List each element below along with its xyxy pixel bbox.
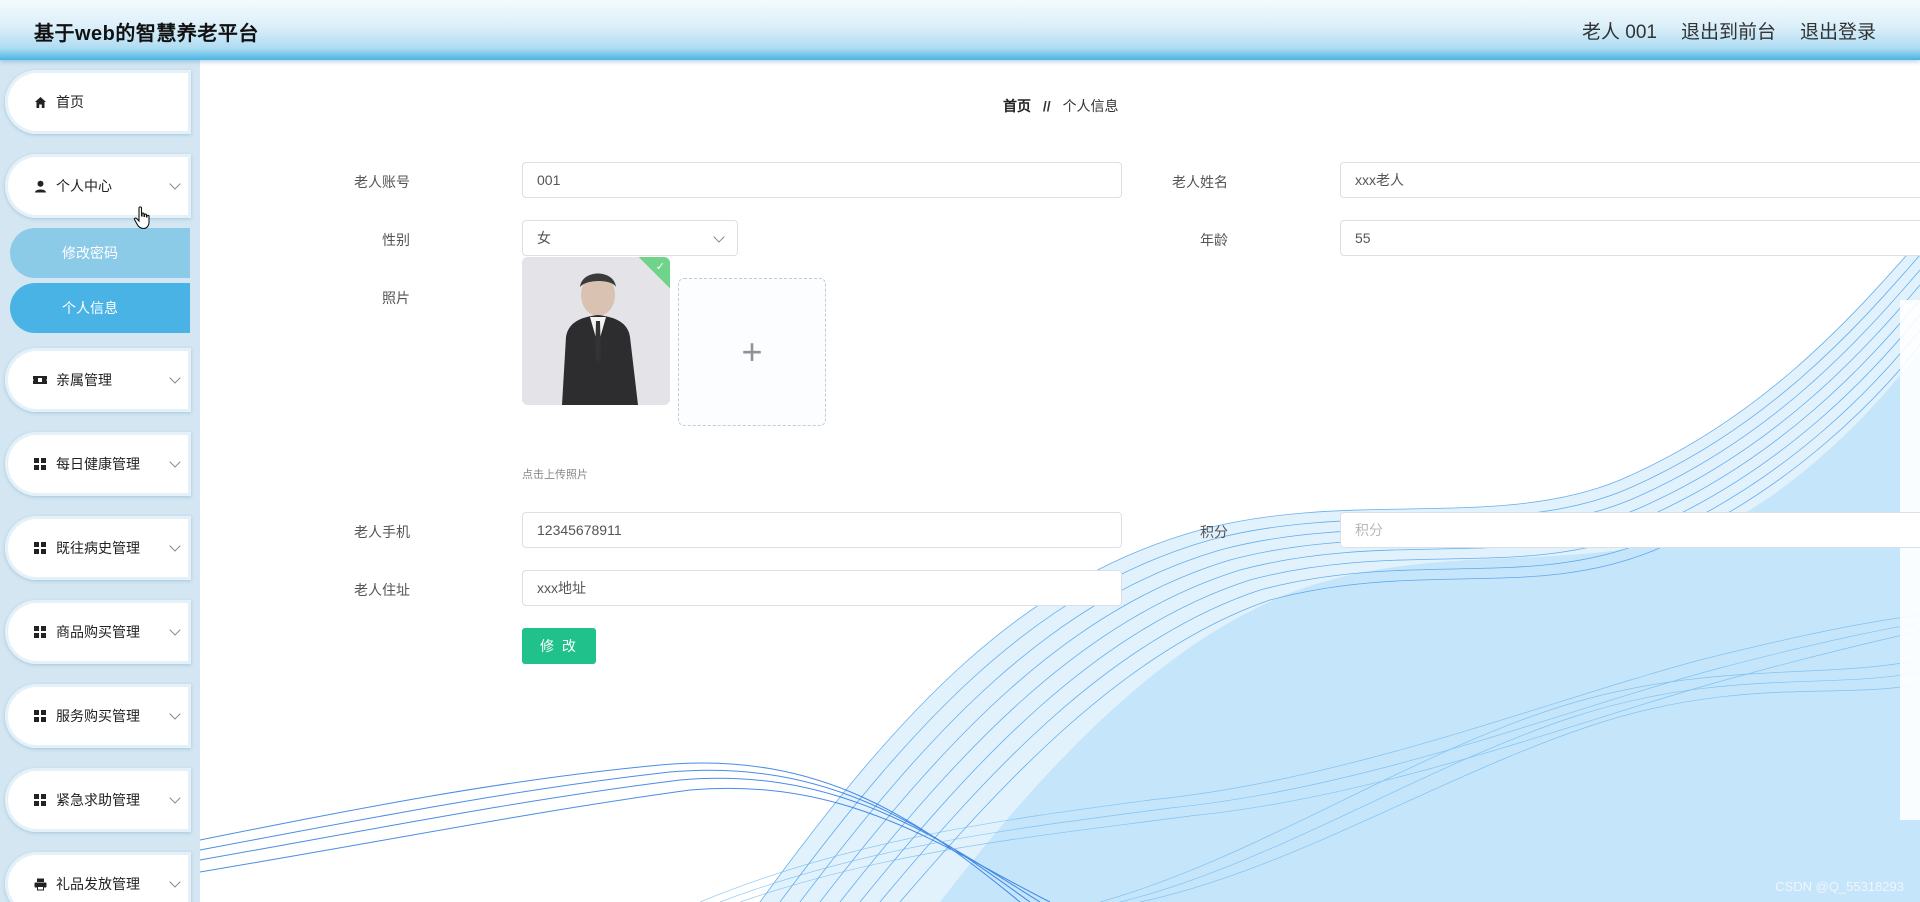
- chevron-down-icon: [169, 456, 181, 468]
- grid-icon: [33, 793, 47, 807]
- gender-select[interactable]: 女: [522, 220, 738, 256]
- address-field[interactable]: xxx地址: [522, 570, 1122, 606]
- sidebar-item-emergency-help[interactable]: 紧急求助管理: [5, 768, 191, 832]
- points-label: 积分: [1200, 524, 1228, 540]
- person-photo-image: [522, 257, 670, 405]
- sidebar-subitem-personal-info[interactable]: 个人信息: [10, 283, 190, 333]
- grid-icon: [33, 457, 47, 471]
- sidebar-item-label: 礼品发放管理: [56, 876, 140, 892]
- sidebar-item-daily-health[interactable]: 每日健康管理: [5, 432, 191, 496]
- sidebar-item-label: 亲属管理: [56, 372, 112, 388]
- points-field[interactable]: 积分: [1340, 512, 1920, 548]
- sidebar-item-relatives[interactable]: 亲属管理: [5, 348, 191, 412]
- uploaded-photo[interactable]: ✓: [522, 257, 670, 405]
- chevron-down-icon: [169, 624, 181, 636]
- address-label: 老人住址: [354, 582, 410, 598]
- grid-icon: [33, 709, 47, 723]
- age-field[interactable]: 55: [1340, 220, 1920, 256]
- current-user-label: 老人 001: [1581, 22, 1657, 43]
- top-header: 基于web的智慧养老平台 老人 001 退出到前台 退出登录: [0, 0, 1920, 60]
- sidebar-item-label: 个人中心: [56, 178, 112, 194]
- chevron-down-icon: [169, 876, 181, 888]
- chevron-down-icon: [169, 540, 181, 552]
- chevron-down-icon: [169, 178, 181, 190]
- gender-select-value: 女: [537, 230, 551, 246]
- header-links: 老人 001 退出到前台 退出登录: [1582, 17, 1876, 44]
- sidebar-item-label: 首页: [56, 94, 84, 110]
- photo-label: 照片: [382, 290, 410, 306]
- plus-icon: +: [741, 331, 763, 372]
- gender-label: 性别: [382, 232, 410, 248]
- home-icon: [33, 95, 47, 109]
- sidebar-item-medical-history[interactable]: 既往病史管理: [5, 516, 191, 580]
- age-label: 年龄: [1200, 232, 1228, 248]
- submit-button[interactable]: 修 改: [522, 628, 596, 664]
- user-icon: [33, 179, 47, 193]
- sidebar-item-label: 既往病史管理: [56, 540, 140, 556]
- chevron-down-icon: [169, 372, 181, 384]
- grid-icon: [33, 541, 47, 555]
- sidebar-item-home[interactable]: 首页: [5, 70, 191, 134]
- account-label: 老人账号: [354, 174, 410, 190]
- sidebar-item-label: 紧急求助管理: [56, 792, 140, 808]
- chevron-down-icon: [713, 231, 725, 243]
- phone-label: 老人手机: [354, 524, 410, 540]
- account-field[interactable]: 001: [522, 162, 1122, 198]
- sidebar-item-label: 每日健康管理: [56, 456, 140, 472]
- photo-upload-button[interactable]: +: [678, 278, 826, 426]
- printer-icon: [33, 877, 47, 891]
- name-label: 老人姓名: [1172, 174, 1228, 190]
- sidebar-item-gift-distribution[interactable]: 礼品发放管理: [5, 852, 191, 902]
- chevron-down-icon: [169, 708, 181, 720]
- sidebar-item-personal-center[interactable]: 个人中心: [5, 154, 191, 218]
- sidebar-subitem-label: 修改密码: [62, 245, 118, 261]
- sidebar-item-label: 服务购买管理: [56, 708, 140, 724]
- ticket-icon: [33, 373, 47, 387]
- main-content: 首页 // 个人信息 老人账号 001 老人姓名 xxx老人 性别 女 年龄 5…: [200, 60, 1920, 902]
- watermark: CSDN @Q_55318293: [1775, 879, 1904, 894]
- logout-link[interactable]: 退出登录: [1800, 17, 1876, 44]
- hand-cursor-icon: [133, 206, 150, 230]
- sidebar-item-product-purchase[interactable]: 商品购买管理: [5, 600, 191, 664]
- name-field[interactable]: xxx老人: [1340, 162, 1920, 198]
- phone-field[interactable]: 12345678911: [522, 512, 1122, 548]
- sidebar-subitem-label: 个人信息: [62, 300, 118, 316]
- check-icon: ✓: [655, 261, 665, 273]
- exit-to-front-link[interactable]: 退出到前台: [1681, 17, 1776, 44]
- app-title: 基于web的智慧养老平台: [34, 23, 259, 45]
- upload-tip: 点击上传照片: [522, 469, 588, 481]
- grid-icon: [33, 625, 47, 639]
- sidebar: 首页 个人中心 修改密码 个人信息 亲属管理 每日健康管理 既往病史管理 商品购…: [0, 60, 200, 902]
- sidebar-item-service-purchase[interactable]: 服务购买管理: [5, 684, 191, 748]
- chevron-down-icon: [169, 792, 181, 804]
- sidebar-subitem-change-password[interactable]: 修改密码: [10, 228, 190, 278]
- sidebar-item-label: 商品购买管理: [56, 624, 140, 640]
- personal-info-form: 老人账号 001 老人姓名 xxx老人 性别 女 年龄 55 照片 ✓ + 点击…: [200, 60, 1920, 902]
